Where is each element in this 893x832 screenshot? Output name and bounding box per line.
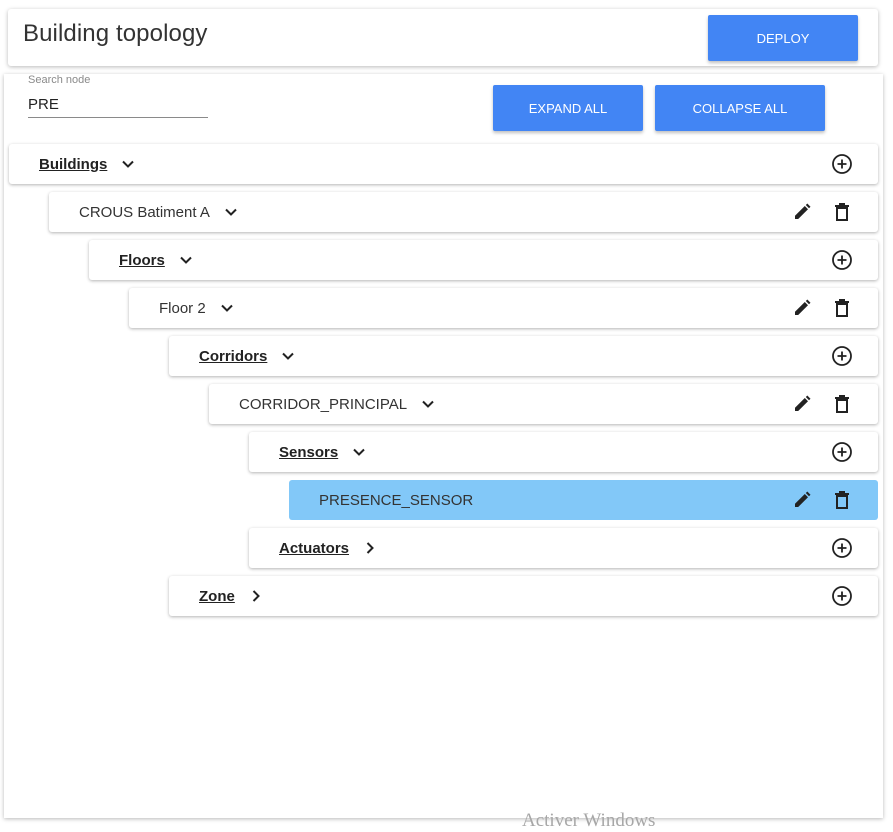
pencil-icon[interactable]	[790, 200, 814, 224]
add-circle-icon[interactable]	[830, 536, 854, 560]
add-circle-icon[interactable]	[830, 344, 854, 368]
chevron-down-icon[interactable]	[222, 203, 240, 221]
collapse-all-button[interactable]: COLLAPSE ALL	[655, 85, 825, 131]
row-actions	[808, 336, 878, 376]
add-circle-icon[interactable]	[830, 440, 854, 464]
row-actions	[768, 480, 878, 520]
row-actions	[808, 432, 878, 472]
category-label: Corridors	[199, 347, 268, 365]
chevron-down-icon[interactable]	[218, 299, 236, 317]
chevron-down-icon[interactable]	[419, 395, 437, 413]
chevron-down-icon[interactable]	[177, 251, 195, 269]
tree-node-corridor-principal[interactable]: CORRIDOR_PRINCIPAL	[209, 384, 878, 424]
row-actions	[808, 144, 878, 184]
tree-node-presence-sensor[interactable]: PRESENCE_SENSOR	[289, 480, 878, 520]
pencil-icon[interactable]	[790, 296, 814, 320]
category-label: Actuators	[279, 539, 350, 557]
add-circle-icon[interactable]	[830, 152, 854, 176]
search-label: Search node	[28, 74, 91, 86]
app-header: Building topology DEPLOY	[8, 9, 878, 66]
tree-node-zone[interactable]: Zone	[169, 576, 878, 616]
row-actions	[768, 288, 878, 328]
deploy-button[interactable]: DEPLOY	[708, 15, 858, 61]
chevron-right-icon[interactable]	[247, 587, 265, 605]
chevron-down-icon[interactable]	[279, 347, 297, 365]
chevron-right-icon[interactable]	[361, 539, 379, 557]
category-label: Zone	[199, 587, 235, 605]
row-actions	[808, 576, 878, 616]
tree-node-floor-2[interactable]: Floor 2	[129, 288, 878, 328]
pencil-icon[interactable]	[790, 392, 814, 416]
row-actions	[768, 384, 878, 424]
chevron-down-icon[interactable]	[119, 155, 137, 173]
page-title: Building topology	[23, 20, 208, 47]
category-label: Buildings	[39, 155, 108, 173]
row-actions	[768, 192, 878, 232]
chevron-down-icon[interactable]	[350, 443, 368, 461]
add-circle-icon[interactable]	[830, 584, 854, 608]
node-label: CORRIDOR_PRINCIPAL	[239, 395, 408, 413]
trash-icon[interactable]	[830, 296, 854, 320]
tree-node-buildings[interactable]: Buildings	[9, 144, 878, 184]
tree-node-floors[interactable]: Floors	[89, 240, 878, 280]
trash-icon[interactable]	[830, 392, 854, 416]
pencil-icon[interactable]	[790, 488, 814, 512]
category-label: Sensors	[279, 443, 339, 461]
trash-icon[interactable]	[830, 200, 854, 224]
category-label: Floors	[119, 251, 165, 269]
tree-node-actuators[interactable]: Actuators	[249, 528, 878, 568]
node-label: Floor 2	[159, 299, 206, 317]
row-actions	[808, 528, 878, 568]
tree-node-corridors[interactable]: Corridors	[169, 336, 878, 376]
row-actions	[808, 240, 878, 280]
search-input[interactable]	[28, 91, 208, 118]
trash-icon[interactable]	[830, 488, 854, 512]
node-label: PRESENCE_SENSOR	[319, 491, 474, 509]
add-circle-icon[interactable]	[830, 248, 854, 272]
tree-node-sensors[interactable]: Sensors	[249, 432, 878, 472]
node-label: CROUS Batiment A	[79, 203, 210, 221]
tree-node-building-a[interactable]: CROUS Batiment A	[49, 192, 878, 232]
expand-all-button[interactable]: EXPAND ALL	[493, 85, 643, 131]
